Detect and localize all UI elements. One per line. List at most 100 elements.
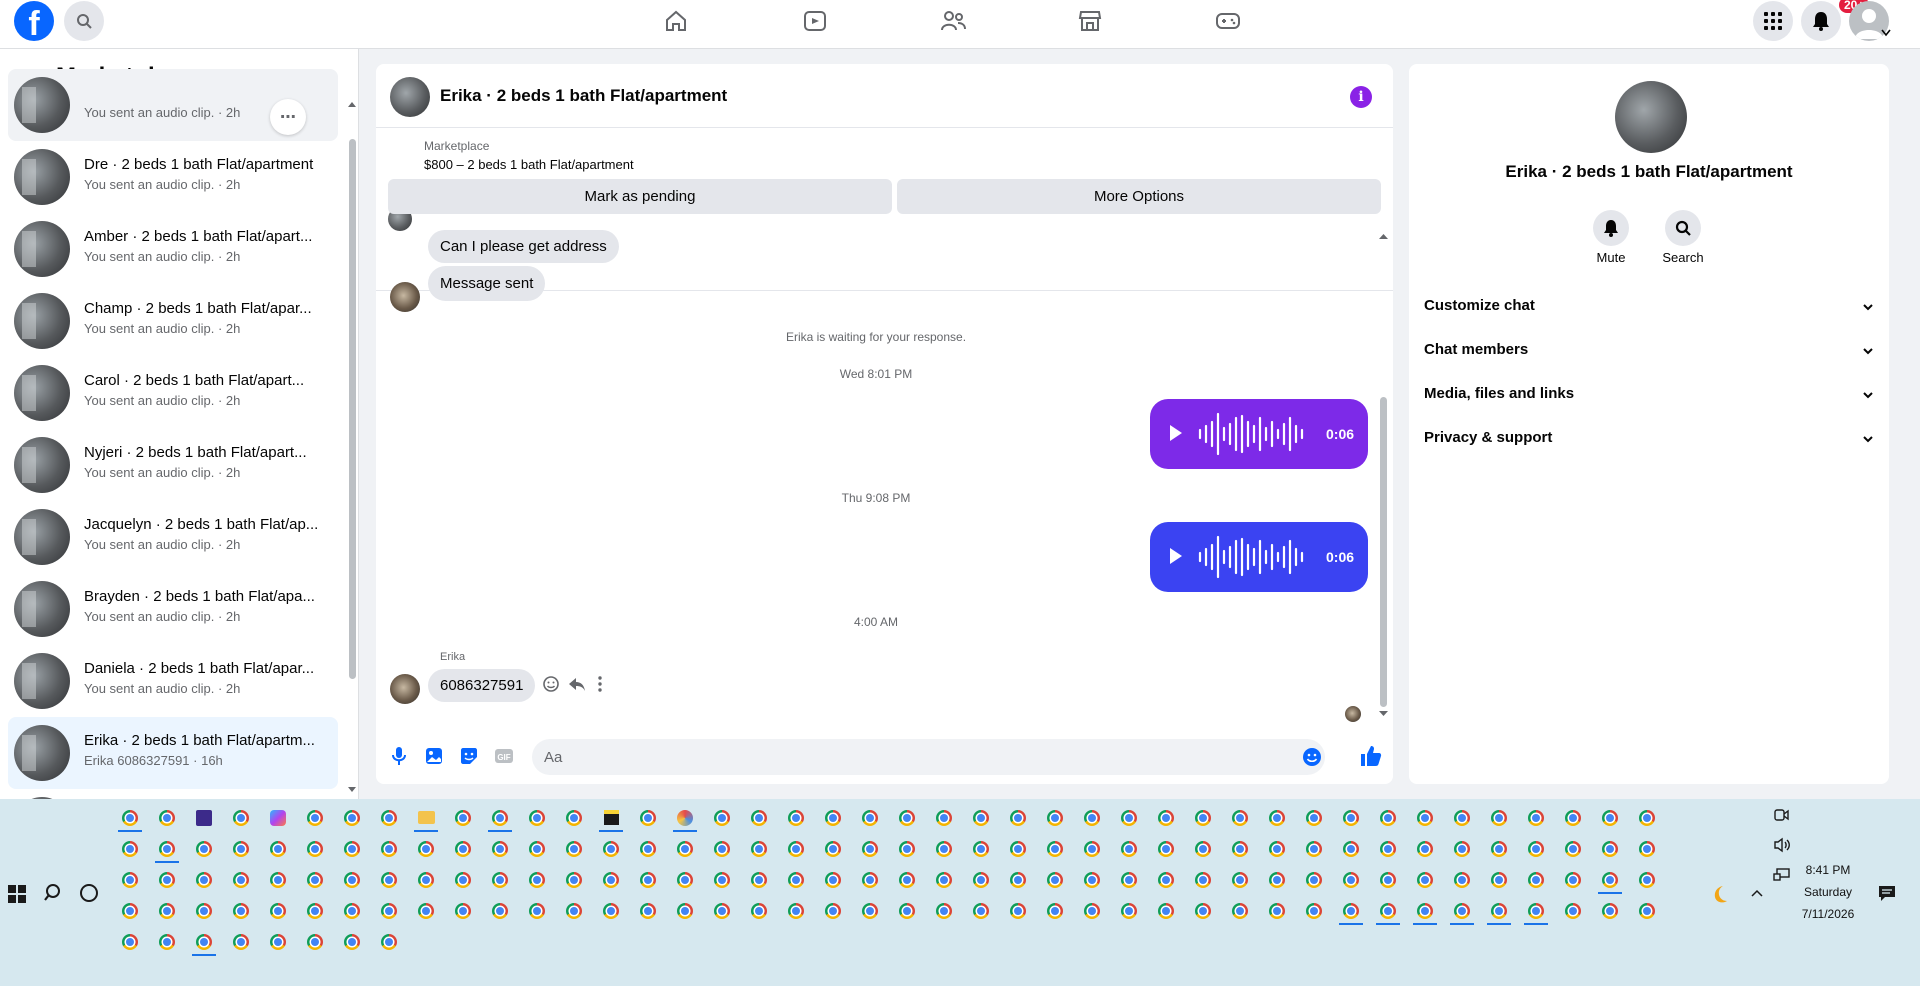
marketplace-nav[interactable] [1073,6,1107,36]
taskbar-app-button[interactable] [226,898,256,923]
taskbar-app-button[interactable] [263,929,293,954]
taskbar-app-button[interactable] [818,867,848,892]
taskbar-app-button[interactable] [448,836,478,861]
taskbar-app-button[interactable] [115,836,145,861]
taskbar-app-button[interactable] [1299,898,1329,923]
more-options-button[interactable]: ⋯ [270,99,306,135]
taskbar-app-button[interactable] [633,805,663,830]
conversation-item[interactable]: Nyjeri · 2 beds 1 bath Flat/apart... You… [8,429,338,501]
taskbar-app-button[interactable] [1373,867,1403,892]
taskbar-app-button[interactable] [411,805,441,832]
taskbar-app-button[interactable] [1447,836,1477,861]
taskbar-app-button[interactable] [263,836,293,861]
network-icon[interactable] [1773,867,1791,883]
taskbar-app-button[interactable] [1077,867,1107,892]
taskbar-app-button[interactable] [226,867,256,892]
play-icon[interactable] [1170,548,1182,564]
volume-icon[interactable] [1773,837,1791,853]
taskbar-app-button[interactable] [1077,805,1107,830]
taskbar-app-button[interactable] [818,836,848,861]
facebook-logo[interactable]: f [14,1,54,41]
search-in-conversation-button[interactable] [1665,210,1701,246]
taskbar-app-button[interactable] [300,929,330,954]
taskbar-app-button[interactable] [189,805,219,830]
menu-button[interactable] [1753,1,1793,41]
thumbs-up-icon[interactable] [1359,744,1383,768]
taskbar-app-button[interactable] [818,805,848,830]
conversation-item[interactable]: Jacquelyn · 2 beds 1 bath Flat/ap... You… [8,501,338,573]
taskbar-app-button[interactable] [670,867,700,892]
taskbar-app-button[interactable] [559,805,589,830]
taskbar-app-button[interactable] [1299,836,1329,861]
taskbar-app-button[interactable] [1003,867,1033,892]
taskbar-app-button[interactable] [892,898,922,923]
taskbar-app-button[interactable] [485,867,515,892]
taskbar-app-button[interactable] [1077,898,1107,923]
taskbar-app-button[interactable] [744,836,774,861]
taskbar-app-button[interactable] [1040,898,1070,923]
taskbar-app-button[interactable] [966,898,996,923]
conversation-item[interactable]: Champ · 2 beds 1 bath Flat/apar... You s… [8,285,338,357]
taskbar-app-button[interactable] [115,805,145,832]
reply-icon[interactable] [568,675,586,693]
taskbar-app-button[interactable] [596,836,626,861]
taskbar-app-button[interactable] [1484,836,1514,861]
taskbar-app-button[interactable] [485,898,515,923]
conversation-item[interactable]: Daniela · 2 beds 1 bath Flat/apar... You… [8,645,338,717]
taskbar-app-button[interactable] [300,805,330,830]
taskbar-app-button[interactable] [744,898,774,923]
taskbar-app-button[interactable] [374,929,404,954]
taskbar-app-button[interactable] [892,836,922,861]
taskbar-app-button[interactable] [300,836,330,861]
taskbar-app-button[interactable] [189,898,219,923]
clock-time[interactable]: 8:41 PM [1796,863,1860,877]
taskbar-app-button[interactable] [781,805,811,830]
taskbar-app-button[interactable] [966,867,996,892]
taskbar-app-button[interactable] [1373,836,1403,861]
conversation-item[interactable]: You sent an audio clip. · 2h ⋯ [8,69,338,141]
message-bubble[interactable]: Can I please get address [428,230,619,263]
taskbar-app-button[interactable] [1114,867,1144,892]
privacy-support-section[interactable]: Privacy & support [1424,429,1874,457]
taskbar-app-button[interactable] [1151,898,1181,923]
taskbar-app-button[interactable] [1114,836,1144,861]
info-icon[interactable]: i [1350,86,1372,108]
media-files-links-section[interactable]: Media, files and links [1424,385,1874,413]
taskbar-app-button[interactable] [189,867,219,892]
taskbar-app-button[interactable] [855,836,885,861]
taskbar-app-button[interactable] [1595,867,1625,894]
taskbar-app-button[interactable] [781,867,811,892]
taskbar-app-button[interactable] [892,805,922,830]
friends-nav[interactable] [936,6,970,36]
taskbar-app-button[interactable] [522,867,552,892]
chat-title[interactable]: Erika · 2 beds 1 bath Flat/apartment [440,86,727,106]
taskbar-app-button[interactable] [1595,836,1625,861]
taskbar-app-button[interactable] [448,898,478,923]
scroll-down-arrow-icon[interactable] [1379,711,1388,717]
taskbar-app-button[interactable] [1003,836,1033,861]
message-bubble[interactable]: 6086327591 [428,669,536,702]
taskbar-app-button[interactable] [707,836,737,861]
taskbar-app-button[interactable] [929,805,959,830]
taskbar-app-button[interactable] [855,898,885,923]
taskbar-app-button[interactable] [596,867,626,892]
taskbar-app-button[interactable] [337,929,367,954]
taskbar-app-button[interactable] [1410,805,1440,830]
taskbar-app-button[interactable] [1151,867,1181,892]
taskbar-app-button[interactable] [855,867,885,892]
taskbar-app-button[interactable] [152,805,182,830]
scroll-up-arrow-icon[interactable] [1379,233,1388,239]
taskbar-app-button[interactable] [411,867,441,892]
sender-avatar[interactable] [390,282,420,312]
taskbar-app-button[interactable] [226,805,256,830]
taskbar-app-button[interactable] [1225,836,1255,861]
taskbar-app-button[interactable] [448,805,478,830]
scrollbar-thumb[interactable] [1380,397,1387,707]
taskbar-app-button[interactable] [559,836,589,861]
taskbar-app-button[interactable] [1262,836,1292,861]
conversation-item[interactable]: Carol · 2 beds 1 bath Flat/apart... You … [8,357,338,429]
taskbar-app-button[interactable] [152,867,182,892]
taskbar-app-button[interactable] [1225,867,1255,892]
mute-button[interactable] [1593,210,1629,246]
taskbar-app-button[interactable] [1484,805,1514,830]
